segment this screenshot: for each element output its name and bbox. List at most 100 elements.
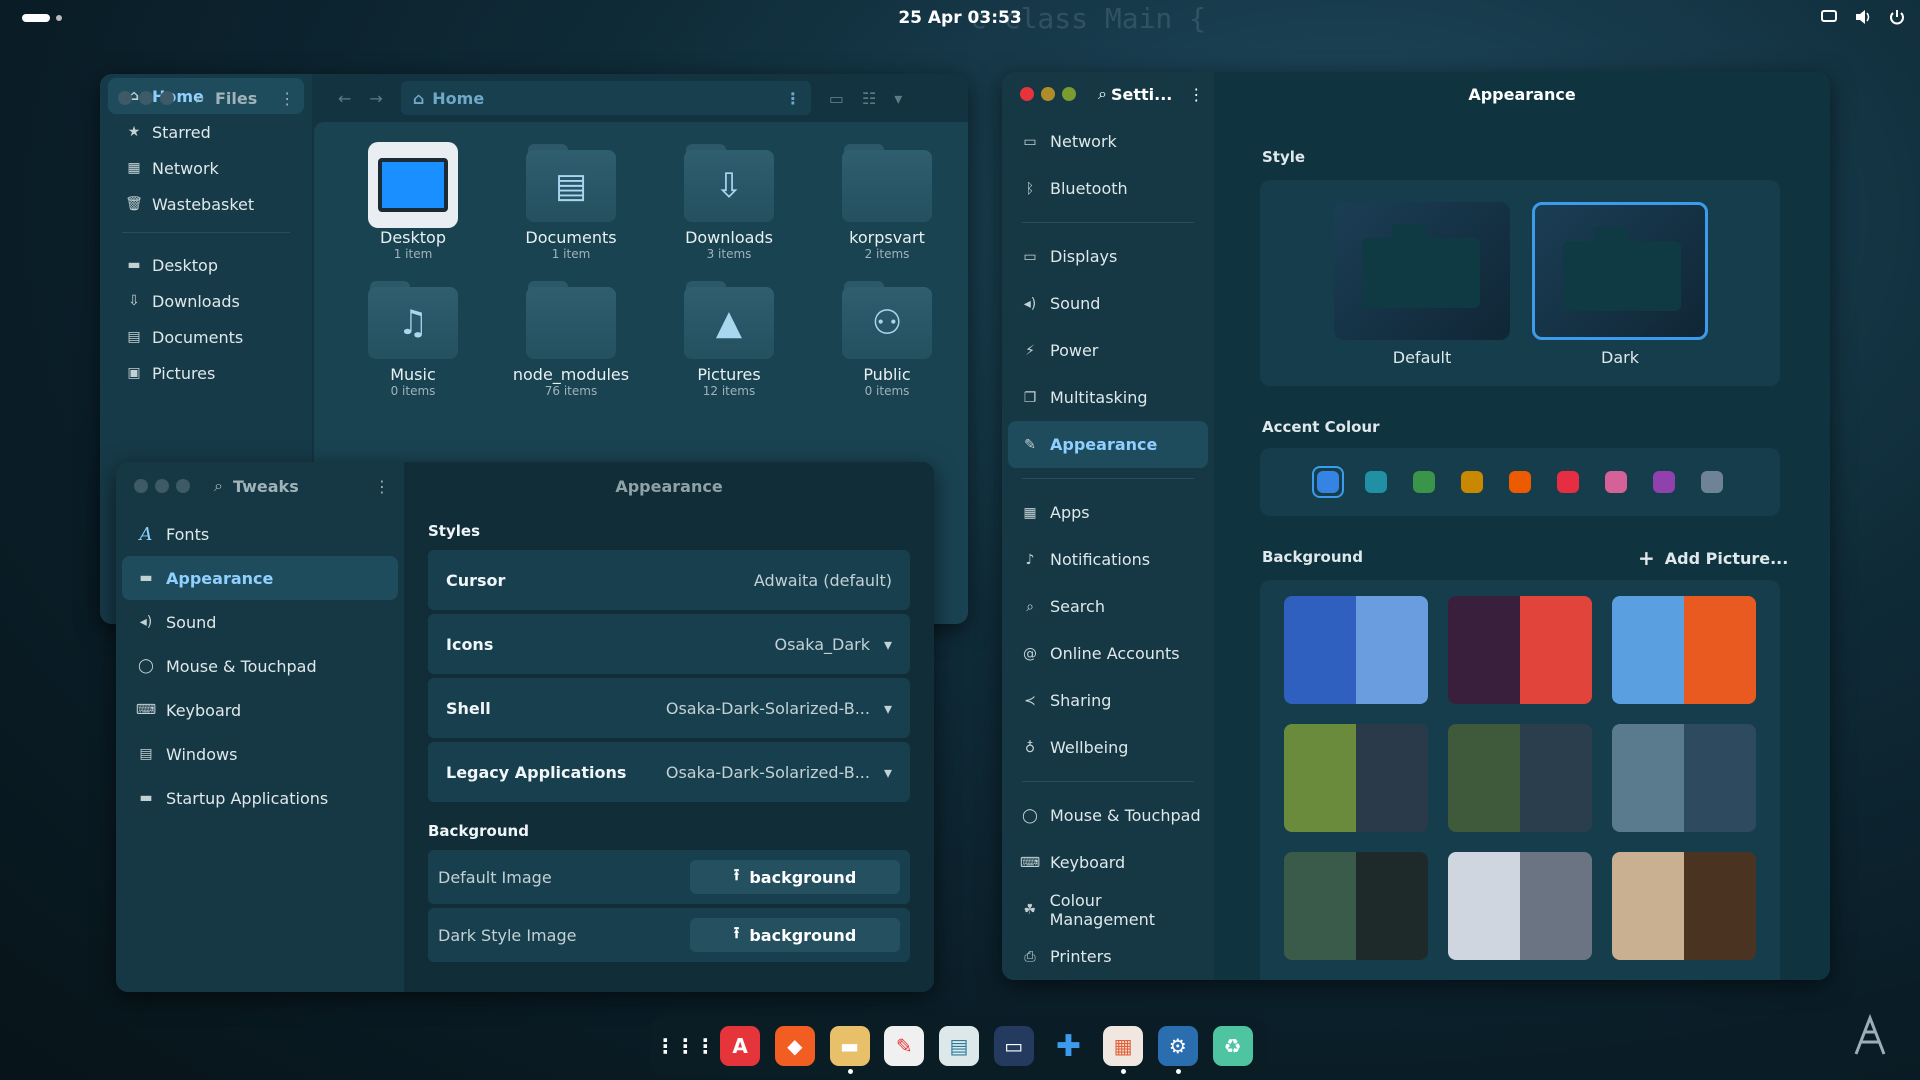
view-toggle-icon[interactable]: ☷ bbox=[862, 89, 876, 108]
settings-item-mouse-touchpad[interactable]: ◯ Mouse & Touchpad bbox=[1008, 792, 1208, 839]
clock[interactable]: 25 Apr 03:53 bbox=[0, 8, 1920, 28]
settings-item-power[interactable]: ⚡ Power bbox=[1008, 327, 1208, 374]
search-icon[interactable]: ⌕ bbox=[1098, 84, 1107, 104]
add-picture-button[interactable]: + Add Picture... bbox=[1638, 546, 1788, 570]
accent-swatch[interactable] bbox=[1312, 466, 1344, 498]
settings-item-appearance[interactable]: ✎ Appearance bbox=[1008, 421, 1208, 468]
style-option-default[interactable] bbox=[1334, 202, 1510, 340]
file-item[interactable]: Desktop 1 item bbox=[334, 142, 492, 261]
system-tray[interactable] bbox=[1820, 8, 1906, 26]
settings-item-online-accounts[interactable]: @ Online Accounts bbox=[1008, 630, 1208, 677]
accent-swatch[interactable] bbox=[1648, 466, 1680, 498]
search-icon[interactable]: ⌕ bbox=[196, 88, 205, 108]
dock-reader-icon[interactable]: ▤ bbox=[938, 1026, 979, 1066]
window-controls[interactable] bbox=[134, 479, 190, 493]
sidebar-item-pictures[interactable]: ▣ Pictures bbox=[108, 355, 304, 391]
accent-swatch[interactable] bbox=[1360, 466, 1392, 498]
dock-extensions-icon[interactable]: ✚ bbox=[1048, 1026, 1088, 1066]
style-row-cursor[interactable]: Cursor Adwaita (default) bbox=[428, 550, 910, 610]
search-icon[interactable]: ⌕ bbox=[214, 476, 223, 496]
tweaks-item-fonts[interactable]: A Fonts bbox=[122, 512, 398, 556]
wallpaper-thumbnail[interactable] bbox=[1284, 596, 1428, 704]
wallpaper-thumbnail[interactable] bbox=[1448, 596, 1592, 704]
file-item[interactable]: korpsvart 2 items bbox=[808, 142, 966, 261]
style-row-icons[interactable]: Icons Osaka_Dark ▾ bbox=[428, 614, 910, 674]
dock-terminal-icon[interactable]: ▭ bbox=[993, 1026, 1034, 1066]
tweaks-item-mouse-touchpad[interactable]: ◯ Mouse & Touchpad bbox=[122, 644, 398, 688]
dock-app-center-icon[interactable]: A bbox=[720, 1026, 761, 1066]
sidebar-item-documents[interactable]: ▤ Documents bbox=[108, 319, 304, 355]
accent-swatch[interactable] bbox=[1504, 466, 1536, 498]
location-bar[interactable]: ⌂ Home ⋮ bbox=[400, 81, 811, 115]
settings-item-network[interactable]: ▭ Network bbox=[1008, 118, 1208, 165]
settings-item-bluetooth[interactable]: ᛒ Bluetooth bbox=[1008, 165, 1208, 212]
file-item[interactable]: ▲ Pictures 12 items bbox=[650, 279, 808, 398]
style-row-legacy-applications[interactable]: Legacy Applications Osaka-Dark-Solarized-… bbox=[428, 742, 910, 802]
settings-item-notifications[interactable]: ♪ Notifications bbox=[1008, 536, 1208, 583]
dock-tweaks-icon[interactable]: ▦ bbox=[1103, 1026, 1144, 1074]
settings-item-sound[interactable]: ◂) Sound bbox=[1008, 280, 1208, 327]
file-item[interactable]: ▤ Documents 1 item bbox=[492, 142, 650, 261]
accent-swatch[interactable] bbox=[1552, 466, 1584, 498]
settings-item-wellbeing[interactable]: ♁ Wellbeing bbox=[1008, 724, 1208, 771]
dock-files-icon[interactable]: ▬ bbox=[829, 1026, 870, 1074]
close-button[interactable] bbox=[1020, 87, 1034, 101]
wallpaper-thumbnail[interactable] bbox=[1284, 724, 1428, 832]
accent-swatch[interactable] bbox=[1600, 466, 1632, 498]
tweaks-item-sound[interactable]: ◂) Sound bbox=[122, 600, 398, 644]
settings-item-apps[interactable]: ▦ Apps bbox=[1008, 489, 1208, 536]
location-menu-icon[interactable]: ⋮ bbox=[785, 89, 801, 108]
menu-icon[interactable]: ⋮ bbox=[374, 477, 390, 496]
file-item[interactable]: node_modules 76 items bbox=[492, 279, 650, 398]
maximize-button[interactable] bbox=[1062, 87, 1076, 101]
style-heading: Style bbox=[1262, 148, 1306, 166]
menu-icon[interactable]: ⋮ bbox=[279, 89, 295, 108]
wallpaper-thumbnail[interactable] bbox=[1448, 724, 1592, 832]
tweaks-item-startup-applications[interactable]: ▬ Startup Applications bbox=[122, 776, 398, 820]
row-label: Default Image bbox=[438, 867, 552, 887]
chevron-down-icon[interactable]: ▾ bbox=[894, 89, 902, 108]
settings-item-search[interactable]: ⌕ Search bbox=[1008, 583, 1208, 630]
settings-item-printers[interactable]: ⎙ Printers bbox=[1008, 933, 1208, 980]
background-file-button[interactable]: ⭱ background bbox=[690, 860, 900, 894]
settings-item-keyboard[interactable]: ⌨ Keyboard bbox=[1008, 839, 1208, 886]
minimize-button[interactable] bbox=[1041, 87, 1055, 101]
style-row-shell[interactable]: Shell Osaka-Dark-Solarized-B... ▾ bbox=[428, 678, 910, 738]
dock-settings-icon[interactable]: ⚙ bbox=[1157, 1026, 1198, 1074]
settings-item-sharing[interactable]: ≺ Sharing bbox=[1008, 677, 1208, 724]
background-file-button[interactable]: ⭱ background bbox=[690, 918, 900, 952]
dock-brave-icon[interactable]: ◆ bbox=[774, 1026, 815, 1066]
wallpaper-thumbnail[interactable] bbox=[1612, 724, 1756, 832]
settings-item-multitasking[interactable]: ❐ Multitasking bbox=[1008, 374, 1208, 421]
window-controls[interactable] bbox=[1020, 87, 1076, 101]
accent-swatch[interactable] bbox=[1408, 466, 1440, 498]
sidebar-item-network[interactable]: ▦ Network bbox=[108, 150, 304, 186]
dock-trash-icon[interactable]: ♻ bbox=[1212, 1026, 1253, 1066]
file-item[interactable]: ⇩ Downloads 3 items bbox=[650, 142, 808, 261]
tweaks-item-appearance[interactable]: ▬ Appearance bbox=[122, 556, 398, 600]
accent-swatch[interactable] bbox=[1696, 466, 1728, 498]
sidebar-item-wastebasket[interactable]: 🗑 Wastebasket bbox=[108, 186, 304, 222]
settings-item-displays[interactable]: ▭ Displays bbox=[1008, 233, 1208, 280]
file-item[interactable]: ⚇ Public 0 items bbox=[808, 279, 966, 398]
sidebar-item-downloads[interactable]: ⇩ Downloads bbox=[108, 283, 304, 319]
new-folder-icon[interactable]: ▭ bbox=[829, 89, 844, 108]
wallpaper-thumbnail[interactable] bbox=[1448, 852, 1592, 960]
wallpaper-thumbnail[interactable] bbox=[1284, 852, 1428, 960]
menu-icon[interactable]: ⋮ bbox=[1188, 85, 1204, 104]
sidebar-item-desktop[interactable]: ▬ Desktop bbox=[108, 247, 304, 283]
file-item[interactable]: ♫ Music 0 items bbox=[334, 279, 492, 398]
folder-icon: ▬ bbox=[127, 257, 141, 273]
forward-icon[interactable]: → bbox=[369, 89, 382, 108]
tweaks-item-keyboard[interactable]: ⌨ Keyboard bbox=[122, 688, 398, 732]
style-option-dark[interactable] bbox=[1532, 202, 1708, 340]
wallpaper-thumbnail[interactable] bbox=[1612, 596, 1756, 704]
back-icon[interactable]: ← bbox=[338, 89, 351, 108]
accent-swatch[interactable] bbox=[1456, 466, 1488, 498]
tweaks-item-windows[interactable]: ▤ Windows bbox=[122, 732, 398, 776]
wallpaper-thumbnail[interactable] bbox=[1612, 852, 1756, 960]
settings-item-colour-management[interactable]: ☘ Colour Management bbox=[1008, 886, 1208, 933]
dock-apps-grid-icon[interactable]: ⋮⋮⋮ bbox=[655, 1026, 715, 1066]
dock-text-editor-icon[interactable]: ✎ bbox=[884, 1026, 925, 1066]
window-controls[interactable] bbox=[118, 91, 174, 105]
